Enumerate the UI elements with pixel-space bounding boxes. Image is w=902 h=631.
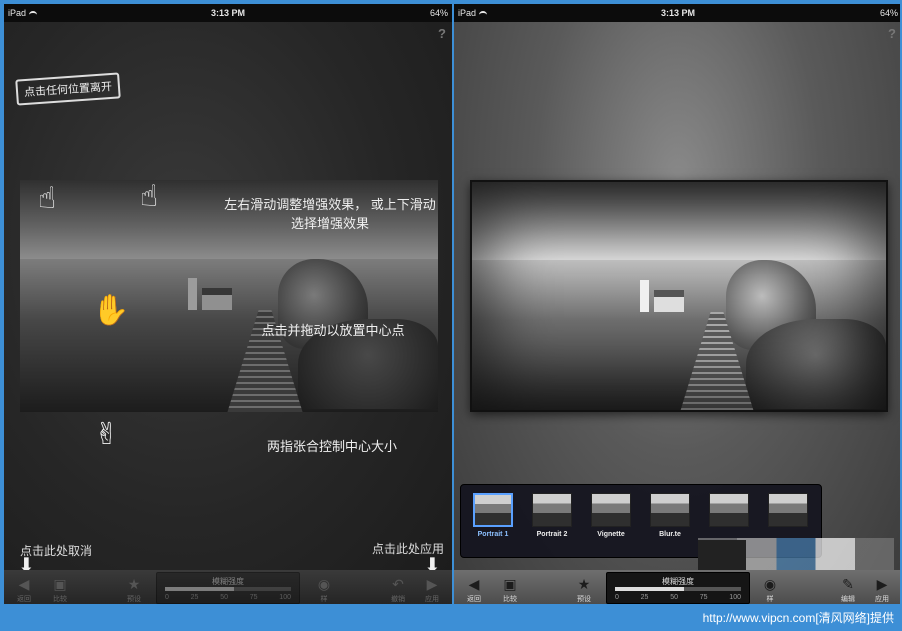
style-toggle[interactable]: ◉ 样 xyxy=(750,576,790,604)
preset-5[interactable] xyxy=(705,493,753,531)
photo-preview[interactable] xyxy=(470,180,888,412)
swipe-hand-icon: ☝ xyxy=(38,182,57,215)
clock: 3:13 PM xyxy=(660,8,695,18)
preset-thumbnail xyxy=(473,493,513,527)
blur-strength-slider[interactable]: 模糊强度 0 25 50 75 100 xyxy=(156,572,300,604)
preset-thumbnail xyxy=(532,493,572,527)
tutorial-panel: iPad 3:13 PM 64% ? 点击任何位置离开 ☝ ☝ ✋ ✌ 左右滑动… xyxy=(4,4,452,604)
preset-vignette[interactable]: Vignette xyxy=(587,493,635,538)
slider-title: 模糊强度 xyxy=(662,577,694,586)
image-icon: ▣ xyxy=(503,576,517,592)
blur-strength-slider[interactable]: 模糊强度 0 25 50 75 100 xyxy=(606,572,750,604)
status-bar: iPad 3:13 PM 64% xyxy=(4,4,452,22)
preset-thumbnail xyxy=(768,493,808,527)
image-icon: ▣ xyxy=(53,576,67,592)
back-arrow-icon: ◀ xyxy=(18,576,30,592)
apply-button[interactable]: ▶ 应用 xyxy=(862,576,900,604)
back-button[interactable]: ◀ 返回 xyxy=(454,576,494,604)
exit-hint[interactable]: 点击任何位置离开 xyxy=(15,72,121,106)
drag-hand-icon: ✋ xyxy=(92,294,130,327)
preset-portrait-1[interactable]: Portrait 1 xyxy=(469,493,517,538)
bottom-toolbar: ◀ 返回 ▣ 比较 ★ 预设 模糊强度 0 25 50 75 100 ◉ 样 ↶ 撤销 ▶ 应用 xyxy=(4,570,452,604)
back-button[interactable]: ◀ 返回 xyxy=(4,576,44,604)
toggle-icon: ◉ xyxy=(317,576,331,592)
pinch-hint: 两指张合控制中心大小 xyxy=(266,439,397,454)
slider-track xyxy=(615,587,741,591)
compare-button[interactable]: ▣ 比较 xyxy=(40,576,80,604)
apply-button[interactable]: ▶ 应用 xyxy=(412,576,452,604)
bottom-toolbar: ◀ 返回 ▣ 比较 ★ 预设 模糊强度 0 25 50 75 100 ◉ 样 ✎ 编辑 ▶ 应用 xyxy=(454,570,900,604)
slider-ticks: 0 25 50 75 100 xyxy=(165,594,291,601)
star-icon: ★ xyxy=(127,576,141,592)
battery-label: 64% xyxy=(429,8,448,18)
source-credit: http://www.vipcn.com[清风网络]提供 xyxy=(0,606,902,631)
slider-fill xyxy=(615,587,685,591)
editor-panel: iPad 3:13 PM 64% ? Portrait 1 Portrait 2… xyxy=(454,4,900,604)
preset-portrait-2[interactable]: Portrait 2 xyxy=(528,493,576,538)
toggle-icon: ◉ xyxy=(763,576,777,592)
compare-button[interactable]: ▣ 比较 xyxy=(490,576,530,604)
preset-thumbnail xyxy=(709,493,749,527)
slider-title: 模糊强度 xyxy=(212,577,244,586)
preset-thumbnail xyxy=(591,493,631,527)
drag-hint: 点击并拖动以放置中心点 xyxy=(261,323,405,338)
clock: 3:13 PM xyxy=(210,8,245,18)
preset-blur[interactable]: Blur.te xyxy=(646,493,694,538)
pinch-hand-icon: ✌ xyxy=(94,418,120,451)
status-bar: iPad 3:13 PM 64% xyxy=(454,4,900,22)
slider-ticks: 0 25 50 75 100 xyxy=(615,594,741,601)
preset-6[interactable] xyxy=(764,493,812,531)
swipe-hint: 左右滑动调整增强效果， 或上下滑动 选择增强效果 xyxy=(224,197,436,231)
slider-track xyxy=(165,587,291,591)
forward-arrow-icon: ▶ xyxy=(426,576,438,592)
preset-thumbnail xyxy=(650,493,690,527)
help-button[interactable]: ? xyxy=(888,26,896,41)
help-button[interactable]: ? xyxy=(438,26,446,41)
forward-arrow-icon: ▶ xyxy=(876,576,888,592)
battery-label: 64% xyxy=(879,8,898,18)
preset-button[interactable]: ★ 预设 xyxy=(564,576,604,604)
back-arrow-icon: ◀ xyxy=(468,576,480,592)
slider-fill xyxy=(165,587,235,591)
style-toggle[interactable]: ◉ 样 xyxy=(304,576,344,604)
swipe-hand-icon: ☝ xyxy=(140,180,159,213)
preset-button[interactable]: ★ 预设 xyxy=(114,576,154,604)
screenshot-frame: iPad 3:13 PM 64% ? 点击任何位置离开 ☝ ☝ ✋ ✌ 左右滑动… xyxy=(0,0,902,606)
star-icon: ★ xyxy=(577,576,591,592)
photo-vignette xyxy=(472,182,886,410)
